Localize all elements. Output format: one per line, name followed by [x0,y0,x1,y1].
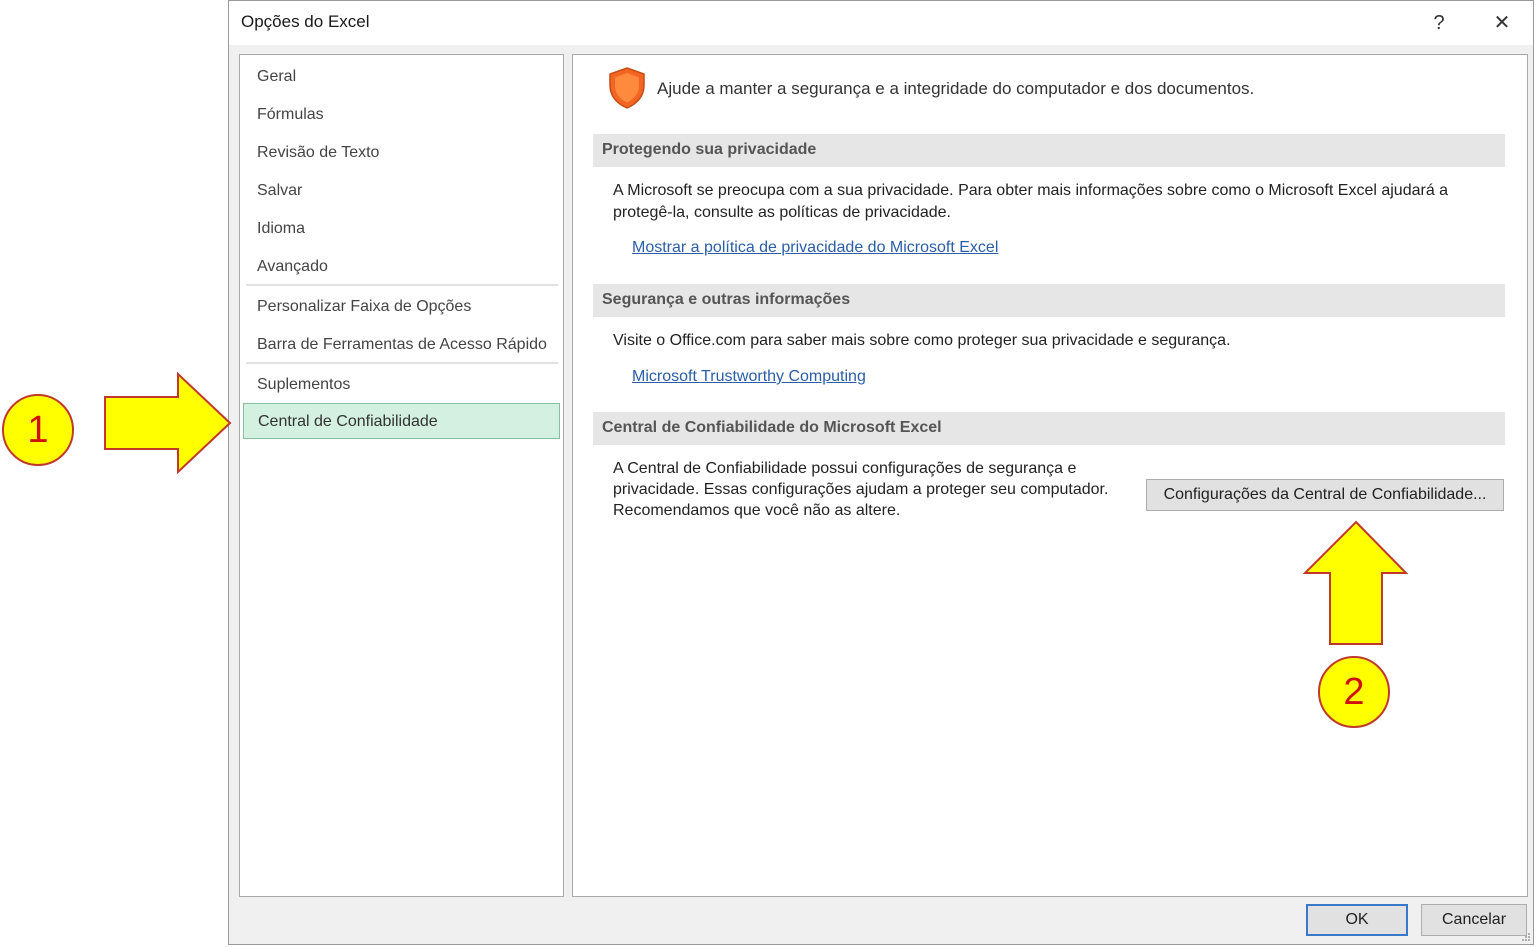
privacy-policy-link[interactable]: Mostrar a política de privacidade do Mic… [632,239,998,257]
dialog-title: Opções do Excel [241,12,370,31]
nav-divider [246,284,558,286]
section-heading-seguranca: Segurança e outras informações [593,284,1505,317]
right-arrow-icon [104,372,232,474]
title-bar: Opções do Excel ? ✕ [229,1,1533,45]
trust-center-text-line1: A Central de Confiabilidade possui confi… [613,460,1077,477]
section-heading-central: Central de Confiabilidade do Microsoft E… [593,412,1505,445]
annotation-badge-2: 2 [1318,656,1390,728]
nav-item-idioma[interactable]: Idioma [243,211,560,247]
nav-item-suplementos[interactable]: Suplementos [243,367,560,403]
nav-divider [246,362,558,364]
help-button[interactable]: ? [1422,7,1456,39]
nav-item-personalizar-faixa[interactable]: Personalizar Faixa de Opções [243,289,560,325]
trust-center-text-line2: privacidade. Essas configurações ajudam … [613,481,1109,498]
nav-item-central-confiabilidade[interactable]: Central de Confiabilidade [243,403,560,439]
nav-item-formulas[interactable]: Fórmulas [243,97,560,133]
content-panel: Ajude a manter a segurança e a integrida… [572,54,1528,897]
nav-item-barra-acesso-rapido[interactable]: Barra de Ferramentas de Acesso Rápido [243,327,560,363]
ok-button[interactable]: OK [1306,904,1408,936]
resize-grip-icon[interactable] [1521,932,1531,942]
nav-item-revisao[interactable]: Revisão de Texto [243,135,560,171]
privacy-text-line1: A Microsoft se preocupa com a sua privac… [613,182,1449,199]
trustworthy-computing-link[interactable]: Microsoft Trustworthy Computing [632,368,866,386]
nav-item-avancado[interactable]: Avançado [243,249,560,285]
cancel-button[interactable]: Cancelar [1421,904,1527,936]
trust-center-settings-button[interactable]: Configurações da Central de Confiabilida… [1146,479,1504,511]
up-arrow-icon [1302,520,1409,645]
nav-item-salvar[interactable]: Salvar [243,173,560,209]
security-text: Visite o Office.com para saber mais sobr… [613,332,1231,349]
privacy-text-line2: protegê-la, consulte as políticas de pri… [613,204,951,221]
annotation-badge-1: 1 [2,394,74,466]
nav-item-geral[interactable]: Geral [243,59,560,95]
close-button[interactable]: ✕ [1485,7,1519,39]
intro-text: Ajude a manter a segurança e a integrida… [657,79,1255,98]
excel-options-dialog: Opções do Excel ? ✕ Geral Fórmulas Revis… [228,0,1534,945]
trust-center-text-line3: Recomendamos que você não as altere. [613,502,901,519]
options-nav: Geral Fórmulas Revisão de Texto Salvar I… [239,54,564,897]
shield-icon [609,67,645,109]
section-heading-privacidade: Protegendo sua privacidade [593,134,1505,167]
